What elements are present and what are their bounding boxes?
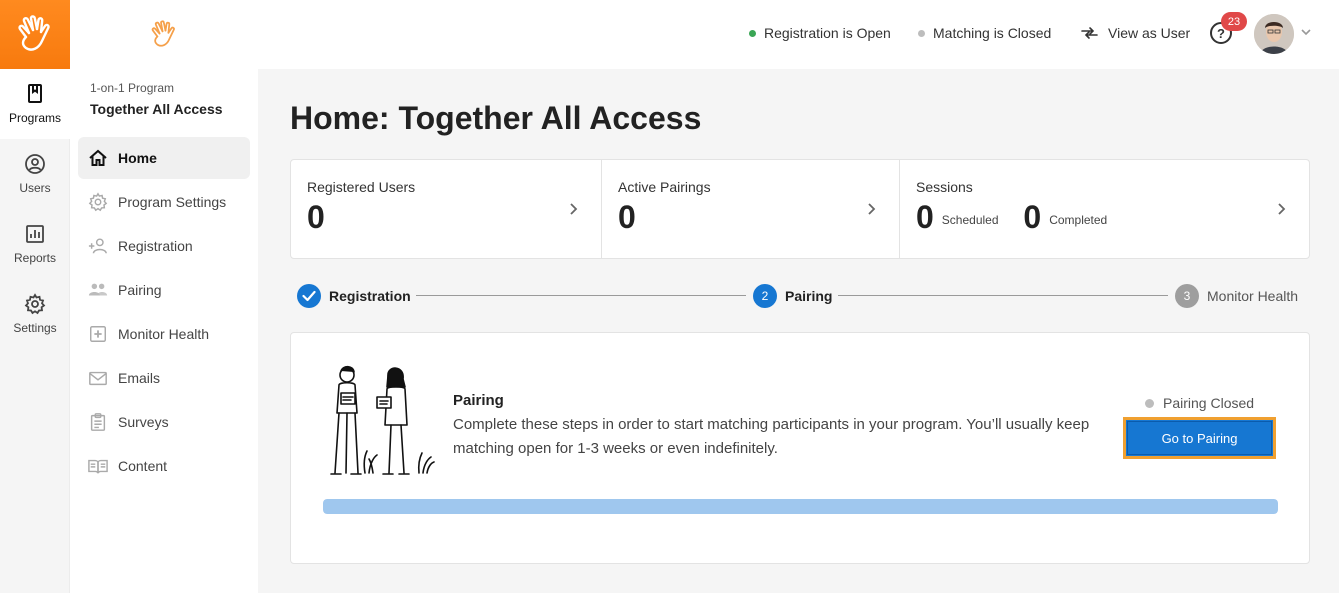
nav-item-surveys[interactable]: Surveys bbox=[78, 401, 250, 443]
stat-label: Registered Users bbox=[307, 179, 416, 195]
matching-status-text: Matching is Closed bbox=[933, 25, 1052, 41]
step-label: Pairing bbox=[785, 288, 833, 304]
sessions-scheduled-value: 0 bbox=[916, 199, 934, 235]
nav-item-emails[interactable]: Emails bbox=[78, 357, 250, 399]
step-number: 3 bbox=[1175, 284, 1199, 308]
bar-chart-icon bbox=[26, 225, 44, 243]
stat-active-pairings[interactable]: Active Pairings 0 bbox=[602, 160, 900, 258]
user-circle-icon bbox=[25, 154, 45, 174]
pairing-card: Pairing Complete these steps in order to… bbox=[290, 332, 1310, 564]
nav-label: Emails bbox=[118, 370, 161, 386]
rail-item-settings[interactable]: Settings bbox=[0, 279, 70, 349]
rail-label: Reports bbox=[13, 251, 57, 265]
nav-label: Surveys bbox=[118, 414, 169, 430]
stepper-line bbox=[416, 295, 746, 296]
chevron-right-icon bbox=[570, 203, 578, 215]
stat-value-row: 0 Scheduled 0 Completed bbox=[916, 199, 1293, 236]
rail-item-reports[interactable]: Reports bbox=[0, 209, 70, 279]
step-label: Registration bbox=[329, 288, 411, 304]
pairing-status-text: Pairing Closed bbox=[1163, 395, 1255, 411]
sessions-scheduled-label: Scheduled bbox=[941, 213, 999, 227]
stats-panel: Registered Users 0 Active Pairings 0 Ses… bbox=[290, 159, 1310, 259]
check-icon bbox=[297, 284, 321, 308]
view-as-user-button[interactable]: View as User bbox=[1081, 25, 1190, 41]
pairing-progress-bar bbox=[323, 499, 1278, 514]
sessions-completed-label: Completed bbox=[1049, 213, 1108, 227]
stat-label: Active Pairings bbox=[618, 179, 711, 195]
avatar[interactable] bbox=[1254, 14, 1294, 54]
gear-icon bbox=[88, 192, 108, 212]
top-header: Registration is Open Matching is Closed … bbox=[258, 0, 1339, 69]
chevron-down-icon[interactable] bbox=[1300, 26, 1312, 38]
app-rail: Programs Users Reports Settings bbox=[0, 0, 70, 593]
nav-label: Registration bbox=[118, 238, 193, 254]
rail-item-programs[interactable]: Programs bbox=[0, 69, 70, 139]
view-as-user-label: View as User bbox=[1108, 25, 1191, 41]
switch-arrows-icon bbox=[1081, 27, 1098, 39]
program-nav-list: Home Program Settings Registration Pairi… bbox=[78, 137, 250, 489]
envelope-icon bbox=[89, 371, 107, 386]
page-title: Home: Together All Access bbox=[290, 100, 702, 136]
nav-item-content[interactable]: Content bbox=[78, 445, 250, 487]
registration-status-text: Registration is Open bbox=[764, 25, 891, 41]
rail-label: Programs bbox=[8, 111, 61, 125]
nav-label: Monitor Health bbox=[118, 326, 210, 342]
step-number: 2 bbox=[753, 284, 777, 308]
stat-value: 0 bbox=[307, 199, 325, 235]
app-logo[interactable] bbox=[0, 0, 70, 69]
rail-label: Users bbox=[19, 181, 51, 195]
gear-icon bbox=[24, 293, 46, 315]
nav-item-pairing[interactable]: Pairing bbox=[78, 269, 250, 311]
rail-item-users[interactable]: Users bbox=[0, 139, 70, 209]
nav-label: Program Settings bbox=[118, 194, 227, 210]
program-type: 1-on-1 Program bbox=[90, 81, 175, 95]
stepper-line bbox=[838, 295, 1168, 296]
status-dot-closed bbox=[1145, 398, 1154, 408]
card-description: Complete these steps in order to start m… bbox=[453, 416, 1090, 457]
nav-item-monitor-health[interactable]: Monitor Health bbox=[78, 313, 250, 355]
status-dot-closed bbox=[918, 29, 925, 37]
chevron-right-icon bbox=[1278, 203, 1286, 215]
matching-status: Matching is Closed bbox=[918, 25, 1051, 41]
nav-item-home[interactable]: Home bbox=[78, 137, 250, 179]
step-label: Monitor Health bbox=[1207, 288, 1299, 304]
people-illustration bbox=[330, 365, 435, 475]
stat-value: 0 bbox=[618, 199, 636, 235]
status-dot-open bbox=[749, 29, 756, 37]
add-user-icon bbox=[88, 238, 107, 254]
pairing-progress-fill bbox=[323, 499, 1278, 514]
program-logo bbox=[70, 0, 258, 69]
rail-label: Settings bbox=[13, 321, 57, 335]
chevron-right-icon bbox=[868, 203, 876, 215]
pairing-status: Pairing Closed bbox=[1145, 395, 1254, 411]
step-pairing[interactable]: 2 Pairing bbox=[753, 284, 832, 308]
nav-label: Home bbox=[118, 150, 157, 166]
hand-wave-icon bbox=[151, 19, 175, 47]
nav-item-program-settings[interactable]: Program Settings bbox=[78, 181, 250, 223]
card-title: Pairing bbox=[453, 392, 504, 409]
book-icon bbox=[28, 84, 42, 103]
stat-label: Sessions bbox=[916, 179, 973, 195]
hand-wave-icon bbox=[18, 14, 50, 51]
nav-label: Content bbox=[118, 458, 168, 474]
clipboard-icon bbox=[90, 413, 106, 431]
open-book-icon bbox=[88, 459, 108, 474]
program-stepper: Registration 2 Pairing 3 Monitor Health bbox=[297, 284, 1303, 308]
registration-status: Registration is Open bbox=[749, 25, 891, 41]
sessions-completed-value: 0 bbox=[1023, 199, 1042, 235]
user-photo-icon bbox=[1254, 14, 1294, 54]
stat-registered-users[interactable]: Registered Users 0 bbox=[291, 160, 602, 258]
program-name: Together All Access bbox=[90, 101, 223, 117]
home-icon bbox=[89, 149, 107, 166]
nav-item-registration[interactable]: Registration bbox=[78, 225, 250, 267]
nav-label: Pairing bbox=[118, 282, 162, 298]
stat-sessions[interactable]: Sessions 0 Scheduled 0 Completed bbox=[900, 160, 1309, 258]
pair-users-icon bbox=[88, 283, 108, 296]
step-registration[interactable]: Registration bbox=[297, 284, 411, 308]
health-plus-icon bbox=[90, 326, 106, 342]
program-nav: 1-on-1 Program Together All Access Home … bbox=[70, 0, 258, 593]
notification-badge[interactable]: 23 bbox=[1221, 12, 1247, 31]
go-to-pairing-button[interactable]: Go to Pairing bbox=[1123, 417, 1276, 459]
step-monitor-health[interactable]: 3 Monitor Health bbox=[1175, 284, 1298, 308]
